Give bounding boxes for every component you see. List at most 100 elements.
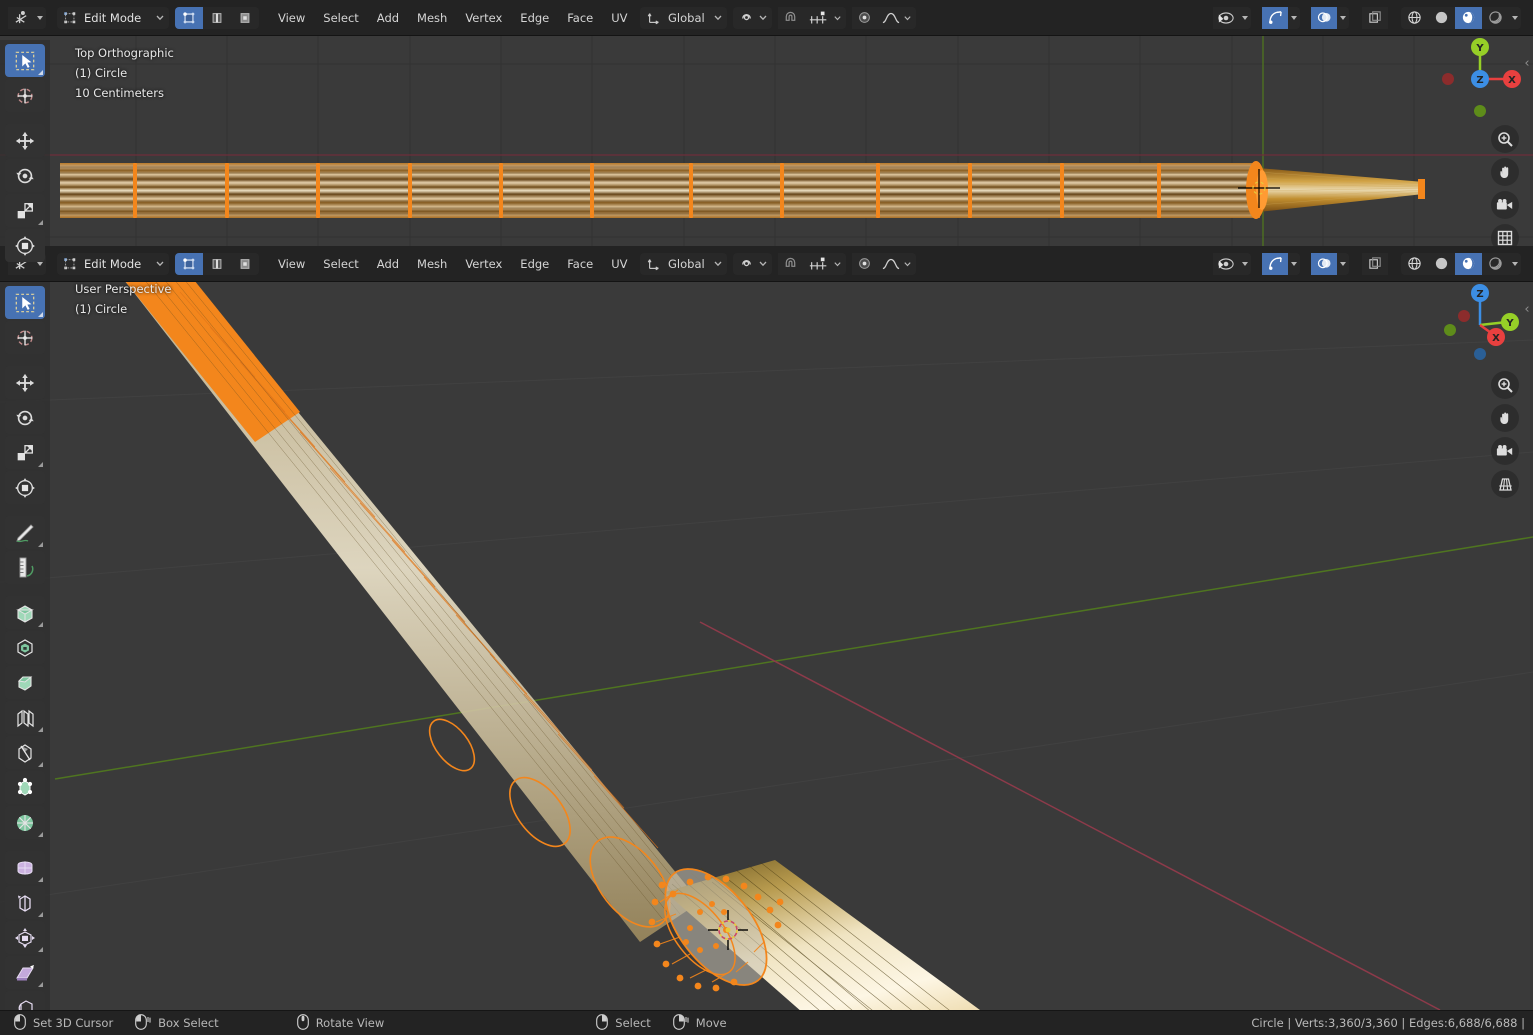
show-gizmo-caret-user[interactable] [1288,252,1300,275]
shading-solid-icon[interactable] [1428,6,1455,29]
show-overlays-icon[interactable] [1311,6,1337,29]
toggle-ortho-persp-icon[interactable] [1491,224,1519,246]
show-overlays-caret-top[interactable] [1337,6,1349,29]
show-overlays-icon[interactable] [1311,252,1337,275]
tool-spin[interactable] [5,806,45,839]
menu-add-top[interactable]: Add [368,7,408,29]
shading-solid-icon[interactable] [1428,252,1455,275]
tool-move[interactable] [5,124,45,157]
face-select-mode[interactable] [231,6,259,29]
vertex-select-mode[interactable] [175,252,203,275]
tool-tweak-select-box[interactable] [5,286,45,319]
xray-toggle-icon[interactable] [1362,252,1388,275]
editor-type-selector-top[interactable] [8,6,46,29]
menu-mesh-user[interactable]: Mesh [408,253,456,275]
mode-selector-top[interactable]: Edit Mode [57,6,169,29]
pan-hand-icon[interactable] [1491,404,1519,432]
proportional-edit-icon[interactable] [877,6,916,29]
shading-caret-user[interactable] [1509,252,1521,275]
nav-gizmo-top[interactable]: Y X Z [1439,36,1523,120]
edge-select-mode[interactable] [203,252,231,275]
tool-transform[interactable] [5,229,45,262]
sidebar-collapse-arrow-user[interactable]: ‹ [1521,296,1533,322]
camera-view-icon[interactable] [1491,437,1519,465]
tool-annotate[interactable] [5,516,45,549]
mode-selector-user[interactable]: Edit Mode [57,252,169,275]
transform-orientation-selector-top[interactable]: Global [640,6,727,29]
pan-hand-icon[interactable] [1491,158,1519,186]
menu-uv-user[interactable]: UV [602,253,636,275]
menu-uv-top[interactable]: UV [602,7,636,29]
shading-rendered-icon[interactable] [1482,6,1509,29]
tool-transform[interactable] [5,471,45,504]
tool-scale[interactable] [5,194,45,227]
menu-face-top[interactable]: Face [558,7,602,29]
snap-increment-icon[interactable] [803,252,846,275]
edge-select-mode[interactable] [203,6,231,29]
menu-vertex-user[interactable]: Vertex [456,253,511,275]
pivot-median-icon[interactable] [851,252,878,275]
tool-rotate[interactable] [5,401,45,434]
menu-vertex-top[interactable]: Vertex [456,7,511,29]
menu-edge-user[interactable]: Edge [511,253,558,275]
tool-move[interactable] [5,366,45,399]
proportional-edit-icon[interactable] [877,252,916,275]
zoom-icon[interactable] [1491,125,1519,153]
tool-cursor[interactable] [5,79,45,112]
tool-tweak-select-box[interactable] [5,44,45,77]
show-gizmo-icon[interactable] [1262,6,1288,29]
tool-rotate[interactable] [5,159,45,192]
shading-material-icon[interactable] [1455,6,1482,29]
shading-wireframe-icon[interactable] [1401,252,1428,275]
tool-inset-faces[interactable] [5,631,45,664]
visibility-caret-top[interactable] [1239,6,1251,29]
pivot-median-icon[interactable] [851,6,878,29]
tool-measure[interactable] [5,551,45,584]
tool-extrude-region[interactable] [5,596,45,629]
editor-type-caret-top[interactable] [34,6,46,29]
tool-loop-cut[interactable] [5,701,45,734]
menu-face-user[interactable]: Face [558,253,602,275]
xray-toggle-icon[interactable] [1362,6,1388,29]
snap-increment-icon[interactable] [803,6,846,29]
sidebar-collapse-arrow-top[interactable]: ‹ [1521,50,1533,76]
tool-smooth[interactable] [5,851,45,884]
zoom-icon[interactable] [1491,371,1519,399]
snap-target-selector-top[interactable] [732,6,772,29]
camera-view-icon[interactable] [1491,191,1519,219]
magnet-icon[interactable] [777,6,804,29]
tool-knife[interactable] [5,736,45,769]
menu-mesh-top[interactable]: Mesh [408,7,456,29]
visibility-selectability-icon[interactable] [1213,6,1239,29]
tool-shear[interactable] [5,956,45,989]
snap-target-selector-user[interactable] [732,252,772,275]
tool-bevel[interactable] [5,666,45,699]
tool-edge-slide[interactable] [5,886,45,919]
menu-view-user[interactable]: View [269,253,314,275]
viewport-top-orthographic[interactable]: Top Orthographic (1) Circle 10 Centimete… [0,36,1533,246]
menu-add-user[interactable]: Add [368,253,408,275]
menu-view-top[interactable]: View [269,7,314,29]
tool-poly-build[interactable] [5,771,45,804]
visibility-caret-user[interactable] [1239,252,1251,275]
visibility-selectability-icon[interactable] [1213,252,1239,275]
shading-wireframe-icon[interactable] [1401,6,1428,29]
show-gizmo-icon[interactable] [1262,252,1288,275]
tool-cursor[interactable] [5,321,45,354]
face-select-mode[interactable] [231,252,259,275]
tool-shrink-fatten[interactable] [5,921,45,954]
vertex-select-mode[interactable] [175,6,203,29]
magnet-icon[interactable] [777,252,804,275]
tool-scale[interactable] [5,436,45,469]
menu-select-top[interactable]: Select [314,7,367,29]
shading-material-icon[interactable] [1455,252,1482,275]
shading-rendered-icon[interactable] [1482,252,1509,275]
show-overlays-caret-user[interactable] [1337,252,1349,275]
viewport-user-perspective[interactable]: User Perspective (1) Circle Y X Z ‹ [0,282,1533,1010]
shading-caret-top[interactable] [1509,6,1521,29]
transform-orientation-selector-user[interactable]: Global [640,252,727,275]
menu-select-user[interactable]: Select [314,253,367,275]
nav-gizmo-user[interactable]: Y X Z [1439,282,1523,366]
menu-edge-top[interactable]: Edge [511,7,558,29]
show-gizmo-caret-top[interactable] [1288,6,1300,29]
